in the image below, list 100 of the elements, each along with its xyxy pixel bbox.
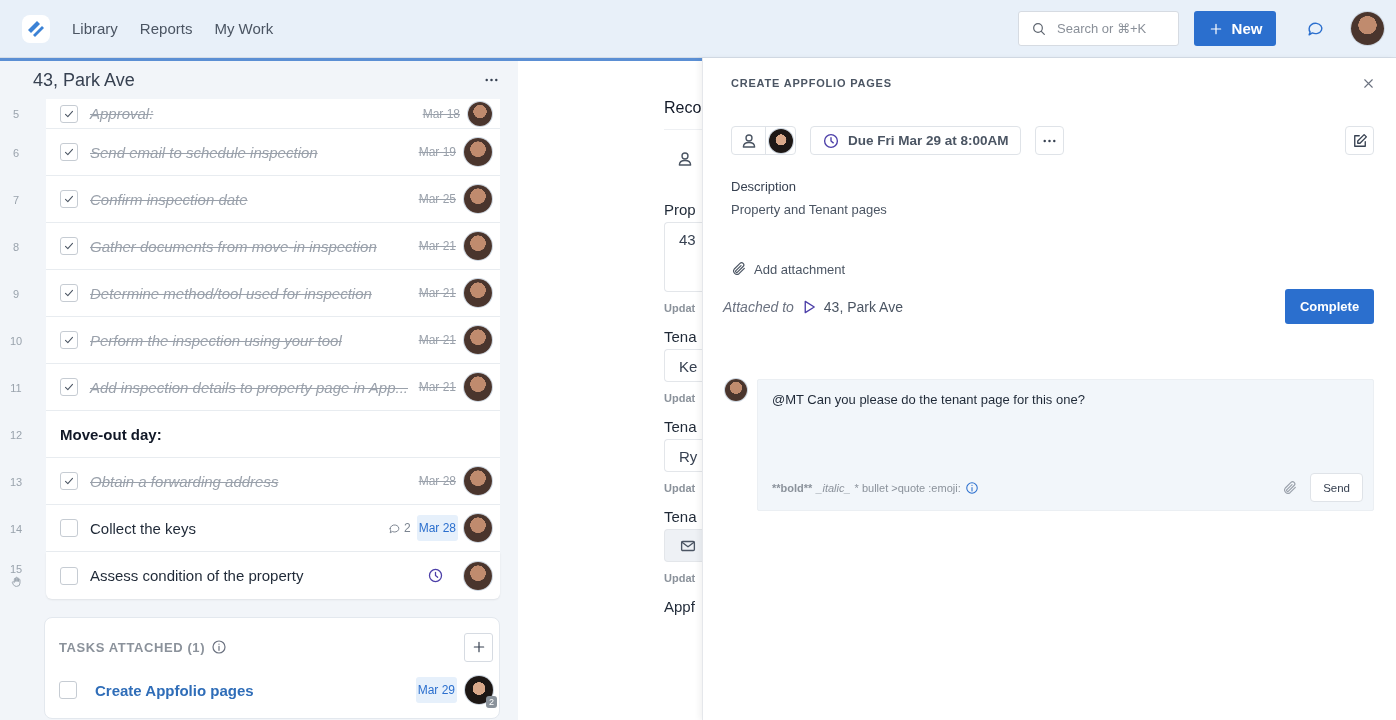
section-title: TASKS ATTACHED (1) xyxy=(59,639,206,655)
attached-label: Attached to xyxy=(723,298,794,315)
complete-button[interactable]: Complete xyxy=(1285,289,1374,324)
due-date: Mar 21 xyxy=(417,285,457,302)
due-date: Mar 28 xyxy=(417,473,457,490)
line-number: 8 xyxy=(12,240,20,253)
avatar xyxy=(464,373,492,401)
checkbox[interactable] xyxy=(59,681,77,699)
line-number: 6 xyxy=(12,146,20,159)
avatar xyxy=(464,561,492,590)
attached-link[interactable]: 43, Park Ave xyxy=(799,297,903,316)
task-row[interactable]: Assess condition of the property xyxy=(46,552,500,599)
checkbox[interactable] xyxy=(60,143,78,161)
checkbox[interactable] xyxy=(60,190,78,208)
drawer-title: CREATE APPFOLIO PAGES xyxy=(731,77,892,89)
task-title: Send email to schedule inspection xyxy=(90,143,319,161)
avatar xyxy=(464,185,492,213)
field-label: Tena xyxy=(664,418,698,435)
line-number: 11 xyxy=(10,381,22,394)
updated-label: Updat xyxy=(664,482,697,494)
checkbox[interactable] xyxy=(60,237,78,255)
formatting-hint: **bold** xyxy=(772,481,813,494)
comment-count-number: 2 xyxy=(403,521,411,535)
nav-link[interactable]: Reports xyxy=(139,20,193,37)
checkbox[interactable] xyxy=(60,378,78,396)
line-number: 9 xyxy=(12,287,20,300)
avatar xyxy=(464,326,492,354)
search-field[interactable]: Search or ⌘+K xyxy=(1018,11,1179,46)
checkbox[interactable] xyxy=(60,104,78,123)
line-number: 5 xyxy=(12,108,20,120)
due-date: Mar 21 xyxy=(417,332,457,349)
formatting-hint: * bullet >quote :emoji: xyxy=(854,481,961,494)
due-date-button[interactable]: Due Fri Mar 29 at 8:00AM xyxy=(810,126,1021,155)
task-title: Assess condition of the property xyxy=(90,567,305,584)
formatting-hint: _italic_ xyxy=(816,481,851,494)
info-icon xyxy=(211,639,228,655)
line-number: 14 xyxy=(9,522,23,535)
section-heading: Reco xyxy=(664,99,702,117)
avatar xyxy=(464,467,492,495)
task-title: Gather documents from move-in inspection xyxy=(90,237,378,255)
new-button[interactable]: New xyxy=(1194,11,1276,46)
task-link[interactable]: Create Appfolio pages xyxy=(95,681,254,699)
due-date: Mar 19 xyxy=(417,144,457,161)
line-number: 10 xyxy=(9,334,23,347)
logo-icon xyxy=(20,12,52,45)
due-date: Mar 29 xyxy=(415,677,457,703)
hand-icon xyxy=(9,575,23,588)
line-number: 7 xyxy=(12,193,20,206)
send-button[interactable]: Send xyxy=(1310,473,1363,502)
avatar xyxy=(464,514,492,542)
updated-label: Updat xyxy=(664,572,697,584)
task-title: Collect the keys xyxy=(90,519,197,537)
info-icon xyxy=(964,480,979,495)
assignee-button[interactable] xyxy=(731,126,796,155)
task-title: Perform the inspection using your tool xyxy=(90,331,343,349)
due-date: Mar 28 xyxy=(416,515,458,541)
avatar[interactable] xyxy=(1351,12,1384,45)
add-attachment-link[interactable]: Add attachment xyxy=(731,261,1374,277)
edit-button[interactable] xyxy=(1345,126,1374,155)
comment-icon xyxy=(387,521,401,535)
line-number: 13 xyxy=(9,475,23,488)
checkbox[interactable] xyxy=(60,472,78,490)
checkbox[interactable] xyxy=(60,519,78,537)
field-label: Tena xyxy=(664,508,698,525)
task-title: Add inspection details to property page in App... xyxy=(90,378,409,396)
task-title: Determine method/tool used for inspection xyxy=(90,284,373,302)
line-number: 15 xyxy=(9,563,23,575)
field-label: Appf xyxy=(664,598,696,615)
avatar xyxy=(464,138,492,166)
task-title: Approval: xyxy=(90,105,155,122)
nav-link[interactable]: My Work xyxy=(214,20,274,37)
line-number: 12 xyxy=(9,428,23,441)
nav-link[interactable]: Library xyxy=(72,20,118,37)
paperclip-icon xyxy=(731,261,747,277)
avatar xyxy=(465,676,493,704)
avatar xyxy=(464,232,492,260)
updated-label: Updat xyxy=(664,302,697,314)
paperclip-icon xyxy=(1282,479,1299,496)
avatar xyxy=(725,379,747,401)
add-task-button[interactable] xyxy=(464,632,493,662)
avatar xyxy=(464,279,492,307)
task-row[interactable]: Collect the keys 2 Mar 28 xyxy=(46,505,500,552)
task-row[interactable]: Move-out day: xyxy=(46,411,500,458)
more-icon xyxy=(1042,138,1056,143)
checkbox[interactable] xyxy=(60,331,78,349)
checkbox[interactable] xyxy=(60,566,78,585)
field-label: Prop xyxy=(664,201,697,218)
comment-box[interactable]: @MT Can you please do the tenant page for this one? **bold** _italic_ * bullet >quote :emoji: Send xyxy=(757,379,1374,511)
avatar xyxy=(768,128,793,153)
due-date: Mar 25 xyxy=(417,191,457,208)
person-icon xyxy=(676,150,694,168)
due-date: Mar 21 xyxy=(417,238,457,255)
avatar xyxy=(468,101,492,126)
email-field[interactable] xyxy=(664,529,702,562)
checkbox[interactable] xyxy=(60,284,78,302)
field-label: Tena xyxy=(664,328,698,345)
more-icon[interactable] xyxy=(485,78,498,82)
clock-icon xyxy=(822,131,840,150)
section-heading: Move-out day: xyxy=(60,425,162,443)
description-label: Description xyxy=(731,179,798,194)
